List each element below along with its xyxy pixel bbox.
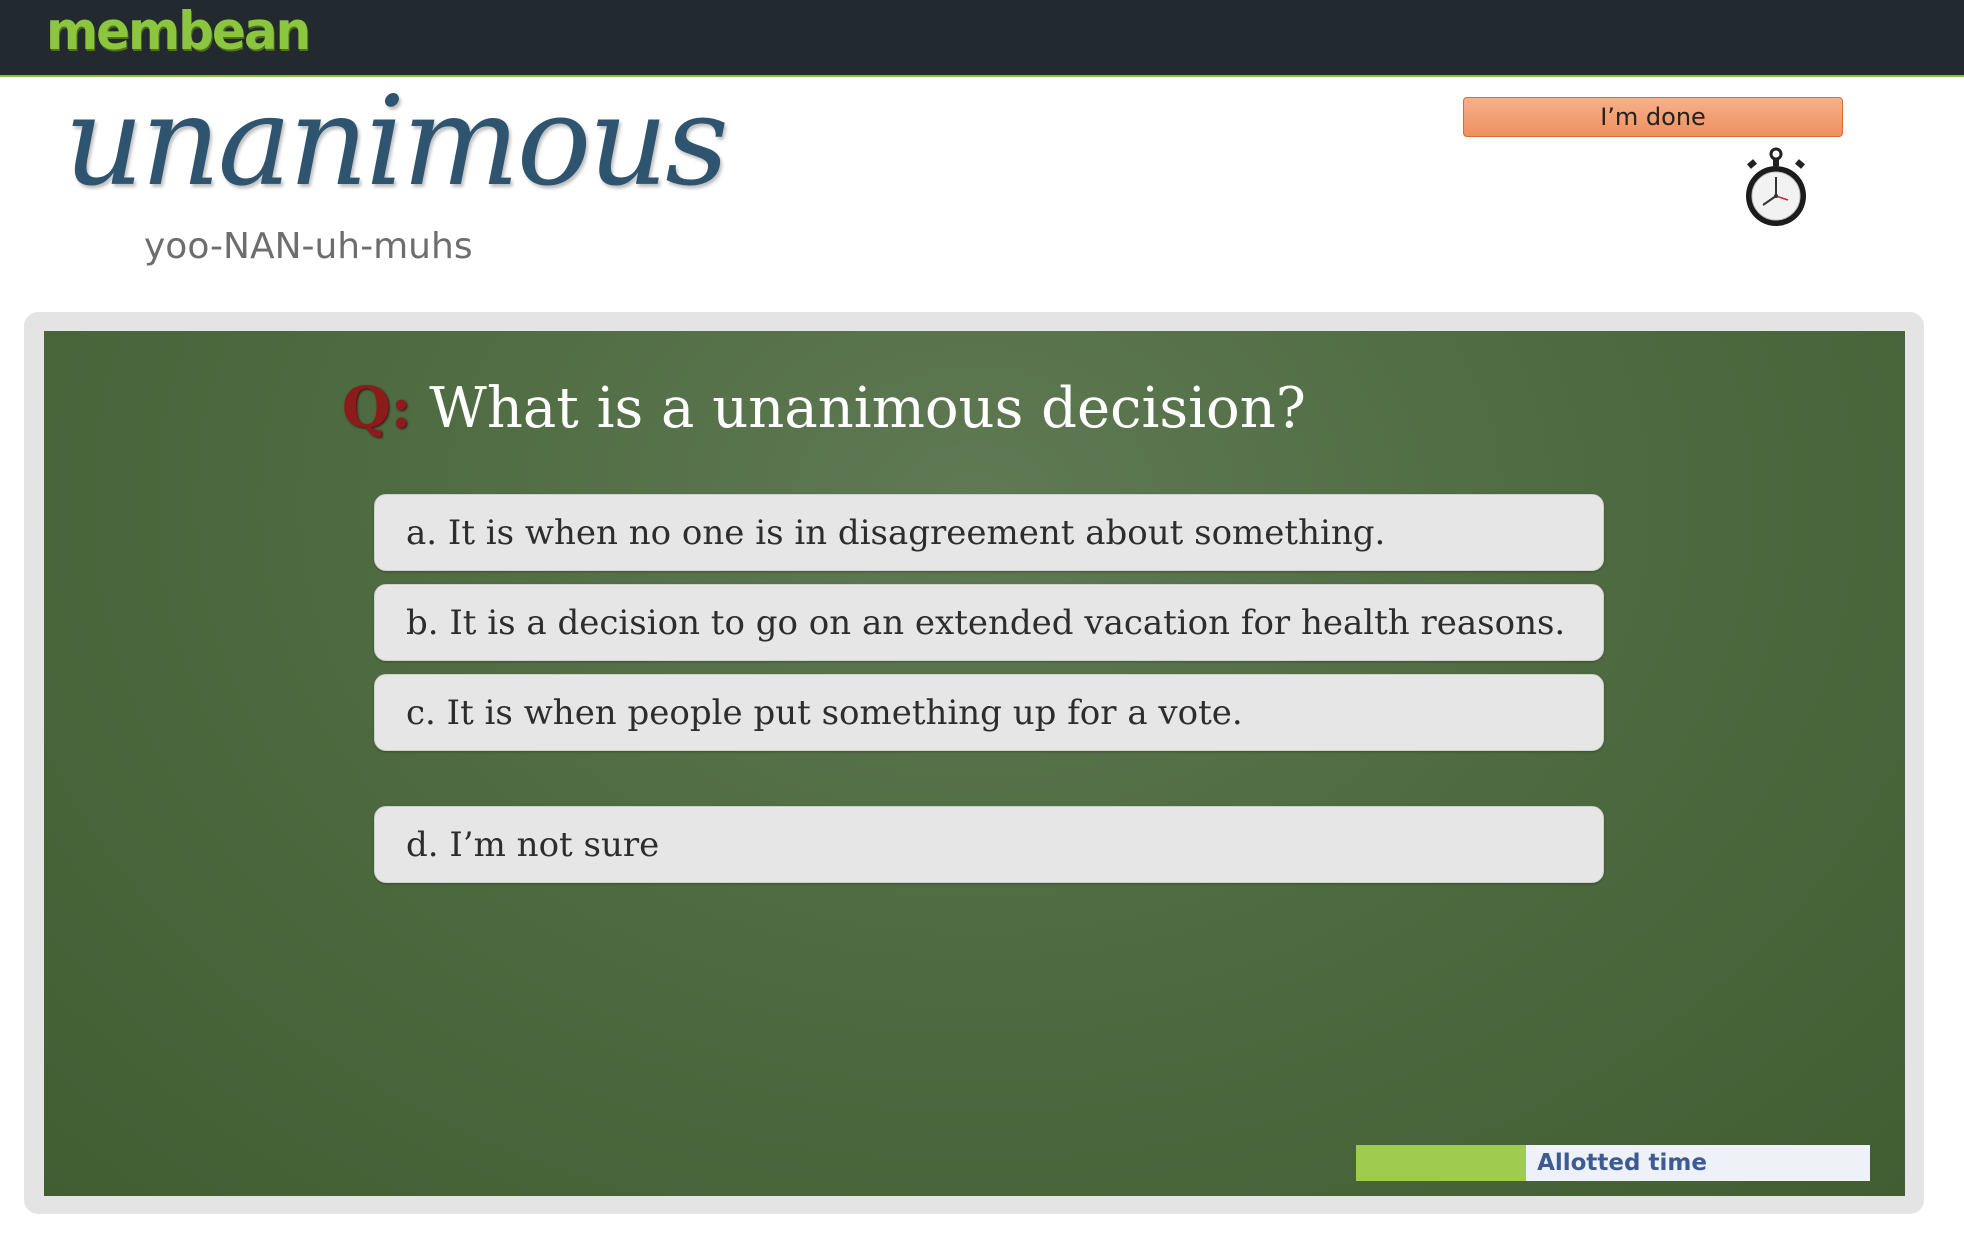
pronunciation: yoo-NAN-uh-muhs bbox=[144, 226, 473, 267]
top-bar: membean bbox=[0, 0, 1964, 77]
answer-option-d[interactable]: d. I’m not sure bbox=[374, 806, 1604, 883]
word-title: unanimous bbox=[64, 70, 729, 214]
answer-option-a[interactable]: a. It is when no one is in disagreement … bbox=[374, 494, 1604, 571]
im-done-button[interactable]: I’m done bbox=[1463, 97, 1843, 137]
answer-option-b[interactable]: b. It is a decision to go on an extended… bbox=[374, 584, 1604, 661]
question-label: What is a unanimous decision? bbox=[429, 376, 1306, 441]
allotted-time-bar: Allotted time bbox=[1356, 1145, 1870, 1181]
answer-option-c[interactable]: c. It is when people put something up fo… bbox=[374, 674, 1604, 751]
stopwatch-icon bbox=[1746, 147, 1806, 226]
membean-logo[interactable]: membean bbox=[46, 1, 311, 62]
allotted-time-label: Allotted time bbox=[1537, 1150, 1707, 1176]
quiz-board bbox=[44, 331, 1905, 1196]
question-text: Q: What is a unanimous decision? bbox=[342, 375, 1306, 441]
question-prefix: Q: bbox=[342, 375, 412, 441]
